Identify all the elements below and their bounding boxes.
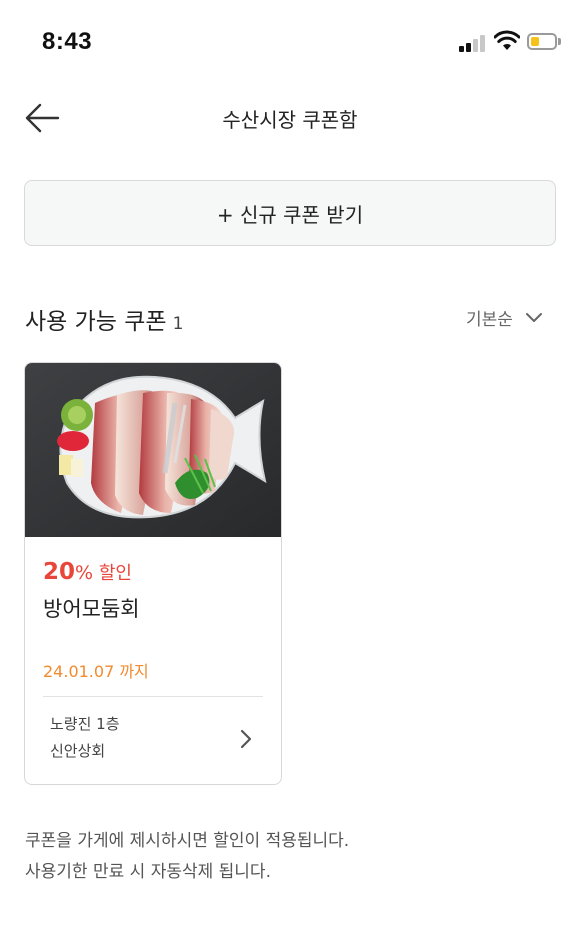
discount-unit: % — [75, 562, 94, 584]
section-title: 사용 가능 쿠폰 — [25, 309, 167, 335]
store-location: 노량진 1층 — [50, 715, 120, 733]
coupon-name: 방어모둠회 — [43, 597, 140, 621]
chevron-right-icon[interactable] — [238, 728, 254, 750]
available-coupons-heading: 사용 가능 쿠폰 1 — [25, 302, 183, 336]
store-name: 신안상회 — [50, 742, 106, 760]
coupon-expiry: 24.01.07 까지 — [43, 662, 149, 681]
notice-line-1: 쿠폰을 가게에 제시하시면 할인이 적용됩니다. — [25, 831, 350, 851]
sort-dropdown[interactable]: 기본순 — [466, 305, 543, 330]
new-coupon-button[interactable]: + 신규 쿠폰 받기 — [24, 180, 556, 246]
new-coupon-button-label: + 신규 쿠폰 받기 — [216, 202, 364, 227]
battery-tip — [558, 38, 561, 45]
coupon-card[interactable]: 20% 할인 방어모둠회 24.01.07 까지 노량진 1층 신안상회 — [24, 362, 282, 785]
chevron-down-icon — [525, 312, 542, 322]
sort-label: 기본순 — [466, 310, 513, 330]
discount-text: 할인 — [98, 563, 132, 584]
card-divider — [43, 696, 263, 697]
discount-value: 20 — [43, 559, 76, 585]
battery-icon — [527, 33, 557, 50]
wifi-icon — [494, 30, 520, 50]
battery-level — [531, 37, 539, 46]
page-title: 수산시장 쿠폰함 — [222, 108, 358, 132]
cellular-signal-icon — [459, 34, 489, 52]
coupon-count: 1 — [172, 314, 184, 334]
status-bar: 8:43 — [0, 0, 580, 86]
notice-line-2: 사용기한 만료 시 자동삭제 됩니다. — [25, 862, 271, 882]
sashimi-platter-image — [25, 363, 281, 537]
coupon-discount: 20% 할인 — [43, 559, 132, 585]
status-time: 8:43 — [42, 28, 93, 55]
